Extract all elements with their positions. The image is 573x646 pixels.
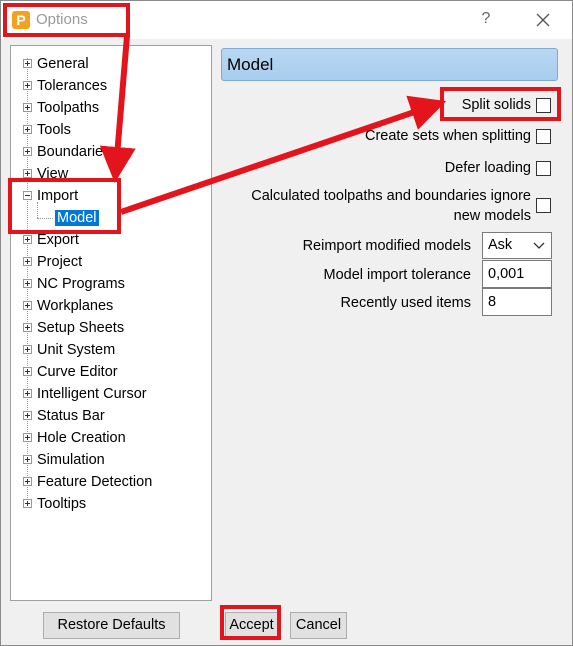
reimport-select[interactable]: Ask [482,232,552,259]
expand-plus-icon[interactable] [23,455,32,464]
close-icon [536,13,550,27]
app-logo-icon: P [12,11,30,29]
tree-item-nc-programs[interactable]: NC Programs [37,274,125,294]
tree-item-label: Curve Editor [37,364,118,380]
tree-item-status-bar[interactable]: Status Bar [37,406,105,426]
expand-plus-icon[interactable] [23,389,32,398]
create-sets-checkbox[interactable] [536,129,551,144]
tree-item-curve-editor[interactable]: Curve Editor [37,362,118,382]
restore-defaults-button[interactable]: Restore Defaults [43,612,180,639]
tree-item-general[interactable]: General [37,54,89,74]
expand-plus-icon[interactable] [23,169,32,178]
expand-plus-icon[interactable] [23,279,32,288]
expand-plus-icon[interactable] [23,323,32,332]
expand-plus-icon[interactable] [23,147,32,156]
split-solids-label: Split solids [461,97,531,113]
calc-toolpaths-checkbox[interactable] [536,198,551,213]
tree-item-label: Project [37,254,83,270]
chevron-down-icon [533,242,545,249]
tree-item-label: Tooltips [37,496,87,512]
tree-item-boundaries[interactable]: Boundaries [37,142,110,162]
tree-item-simulation[interactable]: Simulation [37,450,105,470]
title-bar: P Options ? [1,1,572,39]
panel-header: Model [221,48,558,81]
expand-plus-icon[interactable] [23,477,32,486]
tolerance-input[interactable]: 0,001 [482,260,552,288]
expand-plus-icon[interactable] [23,103,32,112]
expand-plus-icon[interactable] [23,433,32,442]
tree-item-label: Intelligent Cursor [37,386,147,402]
calc-toolpaths-label-line1: Calculated toolpaths and boundaries igno… [251,188,531,204]
tree-item-import[interactable]: Import [37,186,78,206]
split-solids-checkbox[interactable] [536,98,551,113]
expand-plus-icon[interactable] [23,301,32,310]
defer-loading-checkbox[interactable] [536,161,551,176]
expand-plus-icon[interactable] [23,81,32,90]
tree-item-tools[interactable]: Tools [37,120,71,140]
tree-item-model[interactable]: Model [55,208,99,228]
tree-item-label: View [37,166,69,182]
tree-item-feature-detection[interactable]: Feature Detection [37,472,152,492]
tree-item-label: Import [37,188,79,204]
expand-plus-icon[interactable] [23,125,32,134]
reimport-label: Reimport modified models [302,238,471,254]
tolerance-label: Model import tolerance [323,267,472,283]
tree-item-label: NC Programs [37,276,125,292]
tree-item-hole-creation[interactable]: Hole Creation [37,428,126,448]
expand-plus-icon[interactable] [23,345,32,354]
tree-item-view[interactable]: View [37,164,68,184]
expand-plus-icon[interactable] [23,367,32,376]
defer-loading-label: Defer loading [444,160,531,176]
accept-button[interactable]: Accept [225,612,278,639]
tree-item-unit-system[interactable]: Unit System [37,340,115,360]
tree-item-label: Toolpaths [37,100,100,116]
tree-item-toolpaths[interactable]: Toolpaths [37,98,99,118]
tree-item-setup-sheets[interactable]: Setup Sheets [37,318,124,338]
create-sets-label: Create sets when splitting [364,128,531,144]
tree-item-tooltips[interactable]: Tooltips [37,494,86,514]
tree-connector [37,202,38,218]
expand-plus-icon[interactable] [23,411,32,420]
close-button[interactable] [534,10,552,30]
expand-plus-icon[interactable] [23,257,32,266]
tree-item-label: Unit System [37,342,116,358]
options-dialog: P Options ? General Tolerances Toolpaths To… [0,0,573,646]
tree-item-label: Boundaries [37,144,111,160]
tree-item-label: Tolerances [37,78,108,94]
tree-item-label: Tools [37,122,71,138]
tree-item-export[interactable]: Export [37,230,79,250]
tree-item-project[interactable]: Project [37,252,82,272]
tree-item-intelligent-cursor[interactable]: Intelligent Cursor [37,384,147,404]
calc-toolpaths-label-line2: new models [453,208,531,224]
options-tree[interactable]: General Tolerances Toolpaths Tools Boundarie… [10,45,212,601]
tree-item-label: Model [55,210,99,226]
reimport-value: Ask [488,237,513,253]
recent-items-input[interactable]: 8 [482,288,552,316]
recent-items-label: Recently used items [340,295,471,311]
tree-item-label: Simulation [37,452,105,468]
expand-plus-icon[interactable] [23,235,32,244]
help-button[interactable]: ? [479,10,493,30]
tree-item-label: Feature Detection [37,474,153,490]
tree-item-label: Status Bar [37,408,105,424]
tree-item-tolerances[interactable]: Tolerances [37,76,107,96]
cancel-button[interactable]: Cancel [290,612,347,639]
tree-item-label: Hole Creation [37,430,126,446]
window-title: Options [36,11,88,28]
expand-plus-icon[interactable] [23,59,32,68]
expand-plus-icon[interactable] [23,499,32,508]
collapse-minus-icon[interactable] [23,191,32,200]
tree-item-label: General [37,56,89,72]
tree-item-workplanes[interactable]: Workplanes [37,296,113,316]
tree-item-label: Setup Sheets [37,320,125,336]
tree-connector [37,218,53,219]
tree-item-label: Workplanes [37,298,114,314]
tree-connector [27,58,28,498]
tree-item-label: Export [37,232,79,248]
